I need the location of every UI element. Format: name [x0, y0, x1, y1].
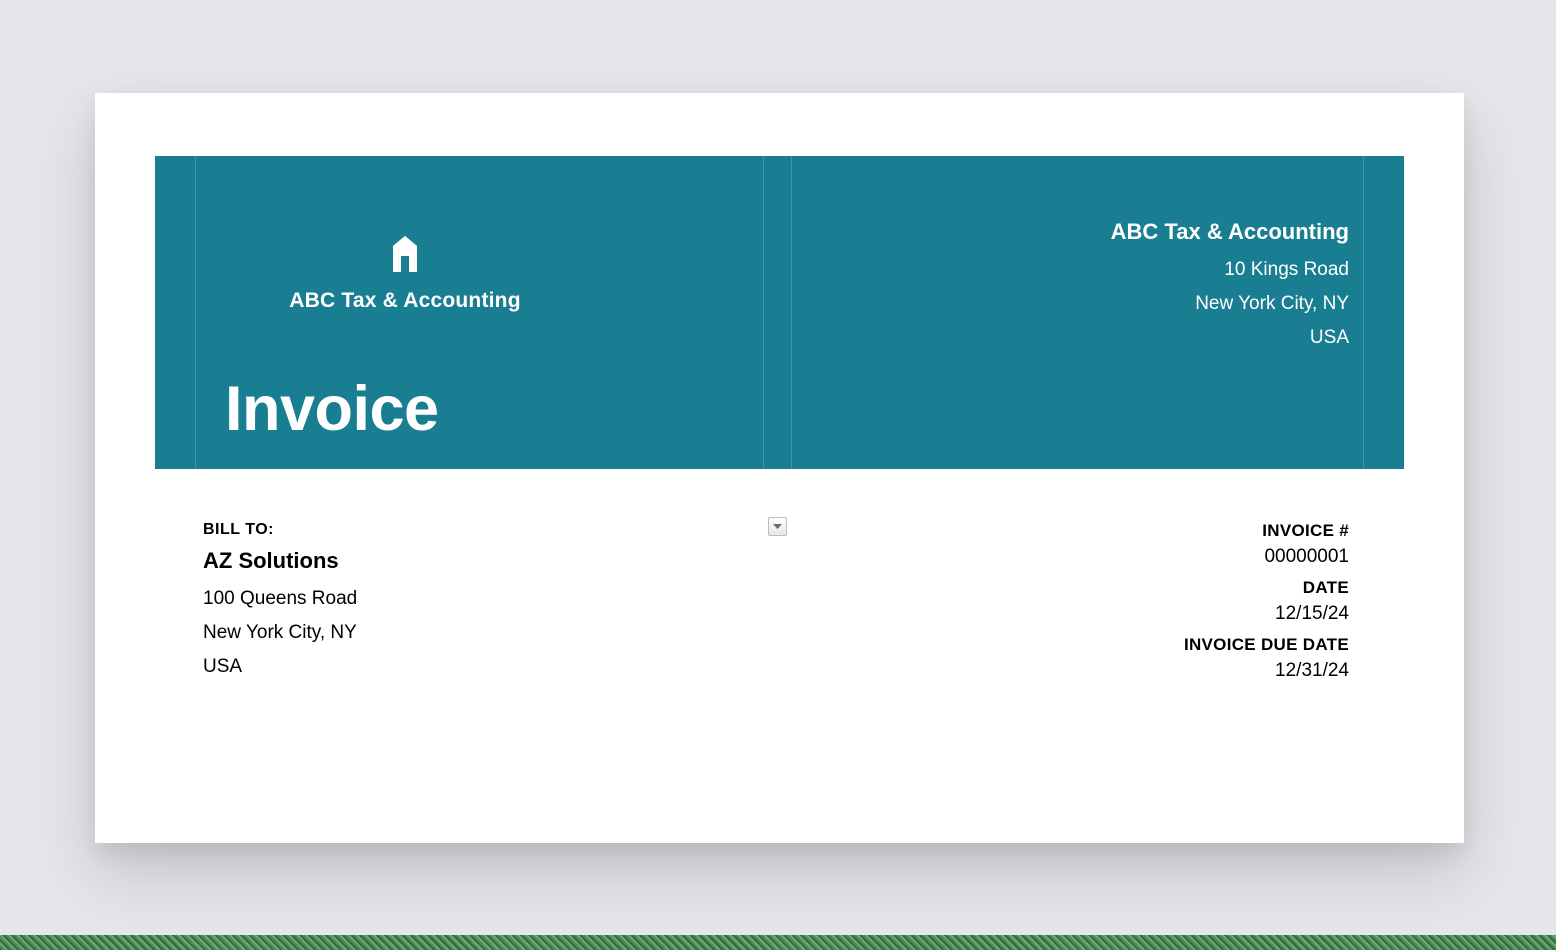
invoice-due-label: INVOICE DUE DATE — [1184, 635, 1349, 655]
dropdown-button[interactable] — [768, 517, 787, 536]
building-icon — [385, 232, 425, 279]
company-address-line: USA — [1111, 327, 1349, 349]
bill-to-label: BILL TO: — [203, 521, 357, 539]
banner-divider — [195, 156, 196, 469]
logo-text: ABC Tax & Accounting — [225, 289, 585, 313]
invoice-body: BILL TO: AZ Solutions 100 Queens Road Ne… — [155, 469, 1404, 692]
banner-divider — [1363, 156, 1364, 469]
invoice-number-value: 00000001 — [1184, 546, 1349, 568]
bill_to-address-line: USA — [203, 656, 357, 678]
bill-to-address-line: New York City, NY — [203, 622, 357, 644]
company-address-block: ABC Tax & Accounting 10 Kings Road New Y… — [1111, 219, 1349, 361]
banner-divider — [763, 156, 764, 469]
company-address-line: 10 Kings Road — [1111, 259, 1349, 281]
invoice-due-value: 12/31/24 — [1184, 660, 1349, 682]
invoice-banner: ABC Tax & Accounting Invoice ABC Tax & A… — [155, 156, 1404, 469]
bill-to-address-line: 100 Queens Road — [203, 588, 357, 610]
invoice-date-value: 12/15/24 — [1184, 603, 1349, 625]
invoice-number-label: INVOICE # — [1184, 521, 1349, 541]
company-address-line: New York City, NY — [1111, 293, 1349, 315]
document-title: Invoice — [225, 373, 439, 445]
page-bottom-strip — [0, 935, 1556, 950]
invoice-date-label: DATE — [1184, 578, 1349, 598]
bill-to-client-name: AZ Solutions — [203, 548, 357, 574]
invoice-card: ABC Tax & Accounting Invoice ABC Tax & A… — [95, 93, 1464, 843]
banner-divider — [791, 156, 792, 469]
company-name: ABC Tax & Accounting — [1111, 219, 1349, 245]
chevron-down-icon — [773, 524, 782, 530]
invoice-meta-block: INVOICE # 00000001 DATE 12/15/24 INVOICE… — [1184, 521, 1349, 692]
bill-to-block: BILL TO: AZ Solutions 100 Queens Road Ne… — [203, 521, 357, 692]
company-logo-block: ABC Tax & Accounting — [225, 232, 585, 313]
